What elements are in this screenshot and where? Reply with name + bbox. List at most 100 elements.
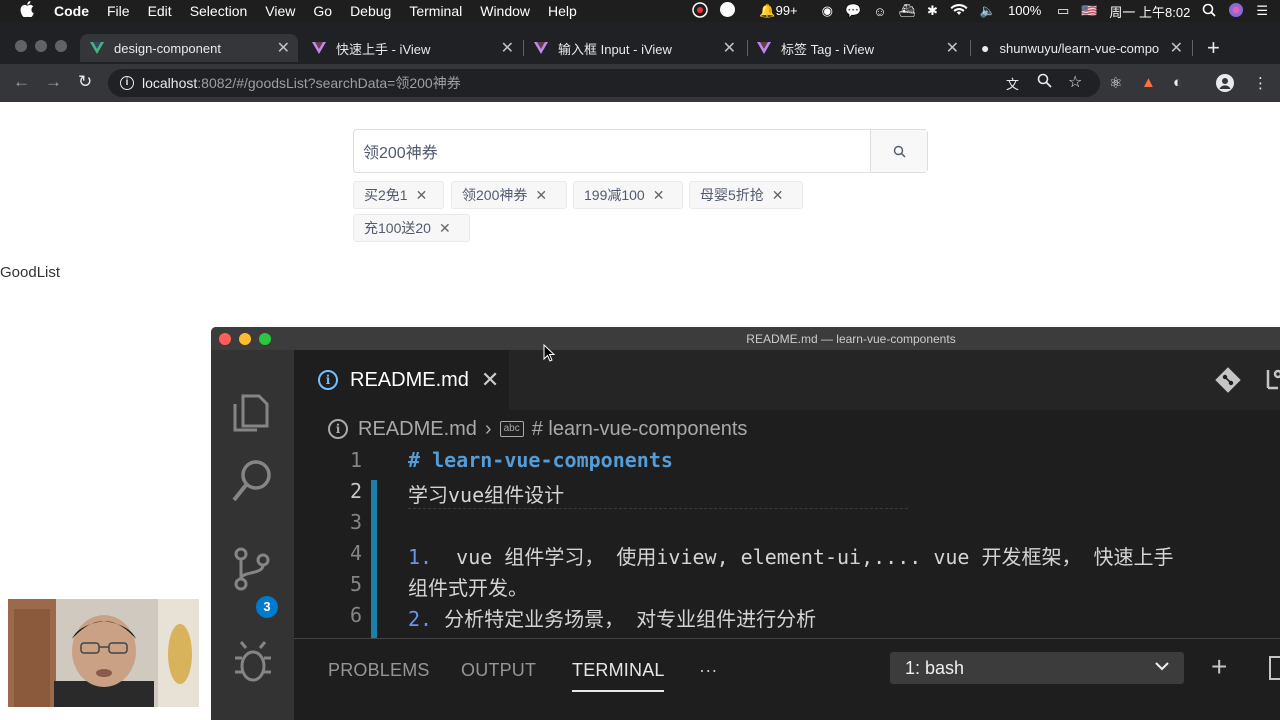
bluetooth-icon[interactable]: ✱ bbox=[927, 3, 938, 19]
panel-tab-problems[interactable]: PROBLEMS bbox=[328, 660, 430, 681]
menu-debug[interactable]: Debug bbox=[350, 3, 391, 19]
terminal-select[interactable]: 1: bash bbox=[890, 652, 1184, 684]
paw-icon[interactable]: ◉ bbox=[822, 3, 833, 19]
code-line: 3 bbox=[294, 510, 1280, 541]
editor-tab-readme[interactable]: i README.md ✕ bbox=[294, 350, 509, 410]
siri-icon[interactable] bbox=[1228, 2, 1244, 21]
menu-terminal[interactable]: Terminal bbox=[409, 3, 462, 19]
git-compare-icon[interactable] bbox=[1214, 366, 1242, 399]
tag-close-icon[interactable]: ✕ bbox=[439, 220, 451, 237]
tab-close-icon[interactable]: ✕ bbox=[946, 38, 959, 58]
window-minimize-button[interactable] bbox=[35, 40, 47, 52]
tab-close-icon[interactable]: ✕ bbox=[723, 38, 736, 58]
tab-close-icon[interactable]: ✕ bbox=[501, 38, 514, 58]
owl-icon[interactable]: ☺ bbox=[873, 4, 886, 19]
line-content: 2. 分析特定业务场景， 对专业组件进行分析 bbox=[408, 603, 816, 632]
extension-icon[interactable]: ▲ bbox=[1141, 74, 1156, 91]
browser-tab-iview-tag[interactable]: 标签 Tag - iView ✕ bbox=[757, 34, 963, 62]
wechat-icon[interactable]: 💬 bbox=[845, 3, 861, 19]
address-bar[interactable]: i localhost:8082/#/goodsList?searchData=… bbox=[108, 69, 1100, 97]
tab-close-icon[interactable]: ✕ bbox=[277, 38, 290, 58]
vscode-window-title-wrap: README.md — learn-vue-components bbox=[211, 332, 1280, 346]
menu-edit[interactable]: Edit bbox=[148, 3, 172, 19]
screen-recorder-icon[interactable] bbox=[692, 1, 709, 21]
panel-more-icon[interactable]: ··· bbox=[699, 660, 718, 681]
menu-go[interactable]: Go bbox=[313, 3, 332, 19]
panel-tab-terminal[interactable]: TERMINAL bbox=[572, 660, 665, 681]
macos-menubar: Code File Edit Selection View Go Debug T… bbox=[0, 0, 1280, 22]
url-host: localhost bbox=[142, 75, 198, 91]
tag-item[interactable]: 充100送20 ✕ bbox=[353, 214, 470, 242]
tab-label: 标签 Tag - iView bbox=[781, 41, 874, 57]
code-line: 4 1. vue 组件学习， 使用iview, element-ui,.... … bbox=[294, 541, 1280, 572]
breadcrumb-symbol[interactable]: # learn-vue-components bbox=[532, 418, 748, 441]
new-tab-button[interactable]: + bbox=[1207, 34, 1220, 62]
docker-icon[interactable]: ⛴ bbox=[898, 3, 915, 19]
tag-close-icon[interactable]: ✕ bbox=[535, 187, 547, 204]
flag-icon[interactable]: 🇺🇸 bbox=[1081, 3, 1097, 19]
menu-window[interactable]: Window bbox=[480, 3, 530, 19]
apple-icon[interactable] bbox=[20, 1, 36, 21]
panel-tab-output[interactable]: OUTPUT bbox=[461, 660, 536, 681]
profile-avatar-icon[interactable] bbox=[1216, 74, 1234, 96]
tab-close-icon[interactable]: ✕ bbox=[1170, 38, 1183, 58]
browser-tab-github[interactable]: ● shunwuyu/learn-vue-compo ✕ bbox=[981, 34, 1187, 62]
extension-circle-icon[interactable]: ◐ bbox=[1173, 74, 1182, 91]
volume-icon[interactable]: 🔈 bbox=[980, 3, 996, 19]
zoom-icon[interactable] bbox=[1037, 73, 1052, 91]
browser-tab-iview-input[interactable]: 输入框 Input - iView ✕ bbox=[534, 34, 740, 62]
source-control-icon[interactable] bbox=[231, 546, 273, 597]
explorer-files-icon[interactable] bbox=[231, 390, 273, 439]
browser-tab-iview-quickstart[interactable]: 快速上手 - iView ✕ bbox=[312, 34, 518, 62]
line-text: vue 组件学习， 使用iview, element-ui,.... vue 开… bbox=[432, 545, 1174, 569]
current-line-highlight bbox=[408, 508, 908, 509]
code-editor[interactable]: 1 # learn-vue-components 2 学习vue组件设计 3 4… bbox=[294, 448, 1280, 638]
line-content: # learn-vue-components bbox=[408, 448, 673, 472]
window-zoom-button[interactable] bbox=[55, 40, 67, 52]
reload-icon[interactable]: ↻ bbox=[78, 72, 92, 92]
tab-label: 输入框 Input - iView bbox=[558, 41, 672, 57]
bookmark-star-icon[interactable]: ☆ bbox=[1068, 72, 1082, 92]
tag-close-icon[interactable]: ✕ bbox=[653, 187, 665, 204]
window-close-button[interactable] bbox=[15, 40, 27, 52]
browser-tab-design-component[interactable]: design-component ✕ bbox=[80, 34, 298, 62]
tag-item[interactable]: 199减100 ✕ bbox=[573, 181, 683, 209]
site-info-icon[interactable]: i bbox=[120, 76, 134, 90]
split-editor-icon[interactable] bbox=[1264, 366, 1280, 399]
search-button[interactable] bbox=[870, 130, 927, 172]
battery-status[interactable]: 100% ▭ bbox=[1008, 3, 1069, 19]
split-terminal-icon[interactable] bbox=[1269, 656, 1280, 680]
tag-close-icon[interactable]: ✕ bbox=[772, 187, 784, 204]
menu-app-name[interactable]: Code bbox=[54, 3, 89, 19]
debug-icon[interactable] bbox=[231, 638, 275, 689]
spotlight-search-icon[interactable] bbox=[1202, 3, 1216, 20]
control-center-icon[interactable]: ☰ bbox=[1256, 3, 1268, 19]
translate-icon[interactable]: 文 bbox=[1006, 74, 1019, 93]
line-content: 组件式开发。 bbox=[408, 576, 528, 600]
browser-menu-icon[interactable]: ⋮ bbox=[1253, 74, 1268, 92]
tag-item[interactable]: 买2免1 ✕ bbox=[353, 181, 444, 209]
menu-file[interactable]: File bbox=[107, 3, 130, 19]
notification-bell-icon[interactable]: 🔔99+ bbox=[759, 3, 809, 19]
search-input[interactable] bbox=[354, 130, 870, 172]
editor-tab-bar: i README.md ✕ bbox=[294, 350, 1280, 410]
wifi-icon[interactable] bbox=[950, 3, 968, 19]
editor-tab-close-icon[interactable]: ✕ bbox=[481, 367, 499, 393]
breadcrumb-file[interactable]: README.md bbox=[358, 418, 477, 441]
forward-arrow-icon[interactable]: → bbox=[45, 72, 62, 92]
menu-selection[interactable]: Selection bbox=[190, 3, 248, 19]
react-devtools-icon[interactable]: ⚛ bbox=[1109, 74, 1122, 92]
back-arrow-icon[interactable]: ← bbox=[13, 72, 30, 92]
search-icon[interactable] bbox=[231, 458, 275, 509]
terminal-select-value: 1: bash bbox=[905, 657, 965, 678]
breadcrumb: i README.md › abc # learn-vue-components bbox=[294, 410, 1280, 448]
clock[interactable]: 周一 上午8:02 bbox=[1109, 2, 1190, 21]
git-modified-gutter bbox=[371, 480, 377, 638]
status-dot-icon[interactable] bbox=[720, 2, 747, 20]
menu-view[interactable]: View bbox=[265, 3, 295, 19]
tag-close-icon[interactable]: ✕ bbox=[416, 187, 428, 204]
new-terminal-icon[interactable]: + bbox=[1211, 653, 1227, 681]
tag-item[interactable]: 领200神券 ✕ bbox=[451, 181, 567, 209]
menu-help[interactable]: Help bbox=[548, 3, 577, 19]
tag-item[interactable]: 母婴5折抢 ✕ bbox=[689, 181, 803, 209]
